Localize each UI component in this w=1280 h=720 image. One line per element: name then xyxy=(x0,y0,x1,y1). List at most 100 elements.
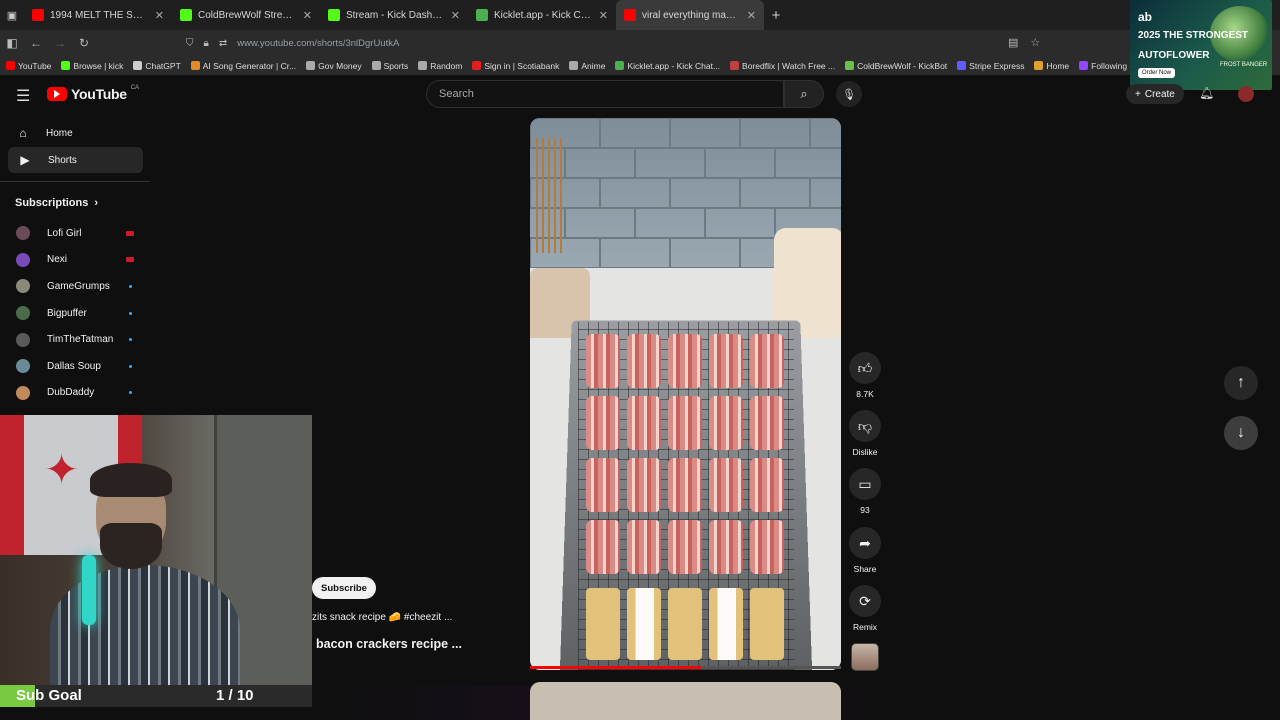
subscribe-button[interactable]: Subscribe xyxy=(312,577,376,599)
browser-tab-active[interactable]: viral everything maple bac ✕ xyxy=(616,0,764,30)
like-count: 8.7K xyxy=(856,389,874,399)
voice-search-button[interactable]: 🎙︎ xyxy=(836,81,862,107)
shorts-video-player[interactable] xyxy=(530,118,841,670)
subscription-item[interactable]: Lofi Girl xyxy=(16,220,138,247)
youtube-logo[interactable]: YouTube CA xyxy=(47,85,139,102)
close-tab-icon[interactable]: ✕ xyxy=(599,9,608,22)
short-title[interactable]: bacon crackers recipe ... xyxy=(316,637,462,651)
menu-icon[interactable]: ☰ xyxy=(16,86,30,106)
subscription-item[interactable]: TimTheTatman xyxy=(16,326,138,353)
video-progress-bar[interactable] xyxy=(530,666,841,669)
arrow-up-icon: ↑ xyxy=(1237,374,1245,391)
sidebar-item-shorts[interactable]: ▶ Shorts xyxy=(8,147,143,173)
sub-goal-label: Sub Goal xyxy=(16,687,82,704)
bookmark-favicon-icon xyxy=(730,61,740,70)
browser-tab[interactable]: Stream - Kick Dashboard ✕ xyxy=(320,0,468,30)
create-button[interactable]: + Create xyxy=(1126,84,1184,104)
share-button[interactable]: ➦ Share xyxy=(846,527,884,574)
ad-banner[interactable]: ab 2025 THE STRONGEST AUTOFLOWER Order N… xyxy=(1130,0,1272,90)
wall-tile xyxy=(740,178,810,208)
bookmark-item[interactable]: AI Song Generator | Cr... xyxy=(190,60,297,71)
comments-button[interactable]: ▭ 93 xyxy=(846,468,884,515)
close-tab-icon[interactable]: ✕ xyxy=(747,9,756,22)
bookmark-item[interactable]: Gov Money xyxy=(306,61,362,71)
bacon-cracker xyxy=(750,458,784,512)
bookmarks-bar: YouTube Browse | kick ChatGPT AI Song Gener… xyxy=(0,56,1280,76)
bookmark-item[interactable]: Random xyxy=(418,61,462,71)
bookmark-label: AI Song Generator | Cr... xyxy=(202,60,297,71)
new-tab-icon[interactable]: + xyxy=(764,7,788,24)
next-short-preview[interactable] xyxy=(530,682,841,720)
bookmark-label: Anime xyxy=(581,60,606,71)
like-button[interactable]: 👍︎ 8.7K xyxy=(846,352,884,399)
bookmark-item[interactable]: Boredflix | Watch Free ... xyxy=(730,61,835,71)
bookmark-item[interactable]: Browse | kick xyxy=(61,61,123,71)
ad-order-button[interactable]: Order Now xyxy=(1138,68,1176,78)
browser-tab[interactable]: Kicklet.app - Kick Chatbot and ✕ xyxy=(468,0,616,30)
reader-view-icon[interactable]: ▤ xyxy=(1008,36,1018,49)
url-text[interactable]: www.youtube.com/shorts/3nlDgrUutkA xyxy=(237,38,399,49)
close-tab-icon[interactable]: ✕ xyxy=(451,9,460,22)
close-tab-icon[interactable]: ✕ xyxy=(155,9,164,22)
subscription-item[interactable]: GameGrumps xyxy=(16,273,138,300)
forward-icon[interactable]: → xyxy=(48,36,72,50)
site-settings-icon[interactable]: ⇄ xyxy=(219,38,227,49)
streamer-shirt xyxy=(50,565,240,685)
url-field[interactable]: ⛉ 🔒︎ ⇄ www.youtube.com/shorts/3nlDgrUutk… xyxy=(186,38,399,49)
dislike-button[interactable]: 👎︎ Dislike xyxy=(846,410,884,457)
wall-tile xyxy=(810,118,841,148)
account-avatar[interactable] xyxy=(1238,86,1254,102)
subscription-name: Lofi Girl xyxy=(47,227,82,239)
headset-light xyxy=(82,555,96,625)
bookmark-item[interactable]: Stripe Express xyxy=(957,61,1024,71)
maple-leaf-icon: ✦ xyxy=(44,446,80,493)
subscriptions-header[interactable]: Subscriptions › xyxy=(15,197,98,209)
remix-button[interactable]: ⟳ Remix xyxy=(846,585,884,632)
reload-icon[interactable]: ↻ xyxy=(72,36,96,50)
bell-icon[interactable]: 🔔︎ xyxy=(1199,86,1214,100)
sidebar-item-label: Shorts xyxy=(48,154,77,166)
subscription-item[interactable]: Bigpuffer xyxy=(16,300,138,327)
subscription-item[interactable]: Dallas Soup xyxy=(16,353,138,380)
close-tab-icon[interactable]: ✕ xyxy=(303,9,312,22)
dislike-label: Dislike xyxy=(852,447,878,457)
short-caption[interactable]: zits snack recipe 🧀 #cheezit ... xyxy=(312,612,452,623)
sub-goal-count: 1 / 10 xyxy=(216,687,254,704)
bookmark-item[interactable]: Sign in | Scotiabank xyxy=(472,61,559,71)
bacon-cracker xyxy=(627,458,661,512)
bookmark-label: Boredflix | Watch Free ... xyxy=(742,60,836,71)
channel-thumbnail[interactable] xyxy=(851,643,879,671)
back-icon[interactable]: ← xyxy=(24,36,48,50)
search-input[interactable]: Search xyxy=(426,80,784,108)
bookmark-star-icon[interactable]: ☆ xyxy=(1030,36,1040,49)
browser-tab[interactable]: 1994 MELT THE SADNESS // D ✕ xyxy=(24,0,172,30)
bacon-cracker xyxy=(750,334,784,388)
bookmark-item[interactable]: ColdBrewWolf - KickBot xyxy=(845,61,947,71)
sidebar-item-home[interactable]: ⌂ Home xyxy=(0,120,142,146)
channel-avatar xyxy=(16,385,30,400)
bookmark-item[interactable]: ChatGPT xyxy=(133,60,181,71)
bacon-cracker xyxy=(709,334,743,388)
lock-icon[interactable]: 🔒︎ xyxy=(204,38,209,49)
bookmark-item[interactable]: Home xyxy=(1034,61,1069,71)
bookmark-favicon-icon xyxy=(1034,61,1044,70)
bookmark-item[interactable]: YouTube xyxy=(6,61,51,71)
channel-avatar xyxy=(16,332,30,347)
bookmark-item[interactable]: Sports xyxy=(371,61,408,71)
bookmark-item[interactable]: Kicklet.app - Kick Chat... xyxy=(615,61,720,71)
next-short-button[interactable]: ↓ xyxy=(1224,416,1258,450)
bookmark-item[interactable]: Anime xyxy=(569,61,605,71)
bookmark-favicon-icon xyxy=(1079,61,1089,70)
tab-favicon-icon xyxy=(624,9,636,21)
shield-icon[interactable]: ⛉ xyxy=(186,38,194,49)
sidebar-toggle-icon[interactable]: ◧ xyxy=(0,36,24,50)
bookmark-favicon-icon xyxy=(133,61,143,70)
create-label: Create xyxy=(1144,88,1175,100)
bookmark-label: ChatGPT xyxy=(145,60,181,71)
previous-short-button[interactable]: ↑ xyxy=(1224,366,1258,400)
search-button[interactable]: ⌕ xyxy=(784,80,824,108)
subscription-item[interactable]: Nexi xyxy=(16,247,138,274)
subscription-item[interactable]: DubDaddy xyxy=(16,380,138,407)
browser-tab[interactable]: ColdBrewWolf Stream - Watch L ✕ xyxy=(172,0,320,30)
tab-actions-icon[interactable]: ▣ xyxy=(0,0,24,30)
